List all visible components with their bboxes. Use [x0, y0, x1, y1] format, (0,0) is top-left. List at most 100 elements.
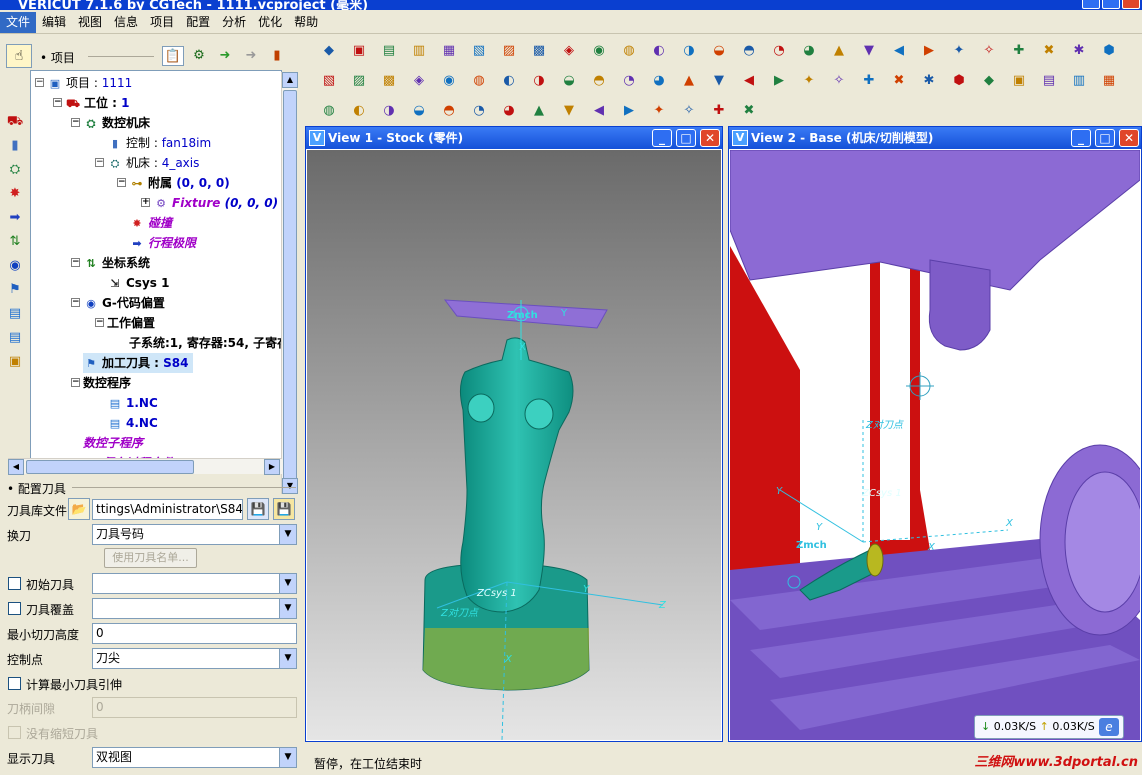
tool-library-field[interactable]: ttings\Administrator\S84.tls [92, 499, 243, 520]
travel-tool-icon[interactable]: ➡ [4, 206, 26, 230]
scroll-up-arrow[interactable]: ▲ [282, 72, 298, 88]
zoom-icon[interactable]: ◓ [588, 70, 610, 92]
tool-manager-icon[interactable]: ⚙ [188, 46, 210, 66]
chevron-down-icon[interactable]: ▼ [279, 748, 296, 767]
fit-all-icon[interactable]: ▲ [678, 70, 700, 92]
tree-item[interactable]: ⚑ 加工刀具 : S84 [83, 353, 193, 373]
cut-icon[interactable]: ▨ [348, 70, 370, 92]
star-icon[interactable]: ◉ [438, 70, 460, 92]
view2-window[interactable]: V View 2 - Base (机床/切削模型) _ □ ✕ Z对刀点 ZCs… [728, 126, 1142, 742]
tool-icon[interactable]: ◍ [618, 40, 640, 62]
folder-icon[interactable]: ◈ [558, 40, 580, 62]
forward-icon[interactable]: ➜ [214, 46, 236, 66]
sync-icon[interactable]: ▥ [1068, 70, 1090, 92]
tool-override-select[interactable]: ▼ [92, 598, 297, 619]
rr-icon[interactable]: ▶ [768, 70, 790, 92]
initial-tool-checkbox[interactable] [8, 577, 21, 590]
tree-horizontal-scrollbar[interactable]: ◀ ▶ [8, 458, 282, 475]
open-folder-icon[interactable]: ◉ [588, 40, 610, 62]
collapse-icon[interactable]: − [117, 178, 126, 187]
fit-icon[interactable]: ◑ [678, 40, 700, 62]
material-icon[interactable]: ◀ [888, 40, 910, 62]
export-icon[interactable]: ◕ [798, 40, 820, 62]
tree-item[interactable]: + ⚙ Fixture (0, 0, 0) [141, 193, 278, 213]
single-view-icon[interactable]: ▲ [528, 100, 550, 122]
tree-item[interactable]: 子系统:1, 寄存器:54, 子寄存器:1 [129, 333, 281, 353]
project-mode-icon[interactable]: ☝ [6, 44, 32, 68]
nc-program-tool-icon[interactable]: ▤ [4, 302, 26, 326]
control-point-select[interactable]: 刀尖 ▼ [92, 648, 297, 669]
chart-icon[interactable]: ✚ [858, 70, 880, 92]
minimize-window-button[interactable] [1082, 0, 1100, 9]
chevron-down-icon[interactable]: ▼ [279, 649, 296, 668]
chevron-down-icon[interactable]: ▼ [279, 525, 296, 544]
pr-icon[interactable]: ◒ [708, 40, 730, 62]
scroll-thumb[interactable] [283, 90, 297, 492]
move-icon[interactable]: ◔ [468, 100, 490, 122]
eye-icon[interactable]: ▼ [708, 70, 730, 92]
tree-item[interactable]: − ⛟ 工位 : 1 [53, 93, 130, 113]
tree-vertical-scrollbar[interactable]: ▲ ▼ [281, 72, 298, 494]
open-icon[interactable]: ▤ [378, 40, 400, 62]
hatch-icon[interactable]: ▤ [1038, 70, 1060, 92]
cube-icon[interactable]: ◐ [498, 70, 520, 92]
save-icon[interactable]: ▣ [348, 40, 370, 62]
save-as-icon[interactable]: 💾 [273, 498, 295, 520]
control-tool-icon[interactable]: ▮ [4, 134, 26, 158]
menu-info[interactable]: 信息 [108, 12, 144, 33]
record-icon[interactable]: ◒ [558, 70, 580, 92]
refresh-icon[interactable]: ◀ [738, 70, 760, 92]
nc-icon[interactable]: ▨ [498, 40, 520, 62]
zoom-in-icon[interactable]: ◔ [618, 70, 640, 92]
coordinate-tool-icon[interactable]: ⇅ [4, 230, 26, 254]
edit-icon[interactable]: ◑ [378, 100, 400, 122]
display-tool-select[interactable]: 双视图 ▼ [92, 747, 297, 768]
quad-view-icon[interactable]: ✦ [648, 100, 670, 122]
scroll-left-arrow[interactable]: ◀ [8, 459, 24, 475]
cube2-icon[interactable]: ◑ [528, 70, 550, 92]
exit-icon[interactable]: ▮ [266, 46, 288, 66]
configure-icon[interactable]: 📋 [162, 46, 184, 66]
tree-item[interactable]: − 工作偏置 [95, 313, 155, 333]
rotate-icon[interactable]: ◍ [468, 70, 490, 92]
view2-minimize-button[interactable]: _ [1071, 129, 1091, 147]
compare-icon[interactable]: ⬢ [948, 70, 970, 92]
stock-icon[interactable]: ▶ [918, 40, 940, 62]
browse-folder-icon[interactable]: 📂 [68, 498, 90, 520]
collapse-icon[interactable]: − [53, 98, 62, 107]
collapse-icon[interactable]: − [95, 318, 104, 327]
hscroll-thumb[interactable] [26, 460, 194, 474]
collapse-icon[interactable]: − [71, 118, 80, 127]
menu-analysis[interactable]: 分析 [216, 12, 252, 33]
save-project-icon[interactable]: ▥ [408, 40, 430, 62]
close-window-button[interactable] [1122, 0, 1140, 9]
back-icon[interactable]: ➜ [240, 46, 262, 66]
machine-icon[interactable]: ◔ [768, 40, 790, 62]
close-icon[interactable]: ✖ [738, 100, 760, 122]
tree-item[interactable]: − ▣ 项目 : 1111 [35, 73, 132, 93]
view1-minimize-button[interactable]: _ [652, 129, 672, 147]
tree-item[interactable]: − ⛭ 数控机床 [71, 113, 150, 133]
menu-help[interactable]: 帮助 [288, 12, 324, 33]
collapse-icon[interactable]: − [35, 78, 44, 87]
view2-close-button[interactable]: ✕ [1119, 129, 1139, 147]
tree-item[interactable]: − ⛭ 机床 : 4_axis [95, 153, 199, 173]
x-icon[interactable]: ◓ [438, 100, 460, 122]
layers-icon[interactable]: ✖ [888, 70, 910, 92]
collapse-icon[interactable]: − [95, 158, 104, 167]
tree-item[interactable]: − ◉ G-代码偏置 [71, 293, 165, 313]
ip-icon[interactable]: ✚ [1008, 40, 1030, 62]
calc-min-extension-checkbox[interactable] [8, 677, 21, 690]
menu-file[interactable]: 文件 [0, 12, 37, 33]
scroll-right-arrow[interactable]: ▶ [264, 459, 280, 475]
reset-icon[interactable]: ⬢ [1098, 40, 1120, 62]
saved-ip-tool-icon[interactable]: ▣ [4, 350, 26, 374]
chevron-down-icon[interactable]: ▼ [279, 599, 296, 618]
view2-maximize-button[interactable]: □ [1095, 129, 1115, 147]
tree-item[interactable]: ➡ 行程极限 [129, 233, 196, 253]
setup-icon[interactable]: ▩ [528, 40, 550, 62]
menu-edit[interactable]: 编辑 [36, 12, 72, 33]
tree-item[interactable]: ✸ 碰撞 [129, 213, 172, 233]
menu-optimize[interactable]: 优化 [252, 12, 288, 33]
collapse-icon[interactable]: − [71, 258, 80, 267]
